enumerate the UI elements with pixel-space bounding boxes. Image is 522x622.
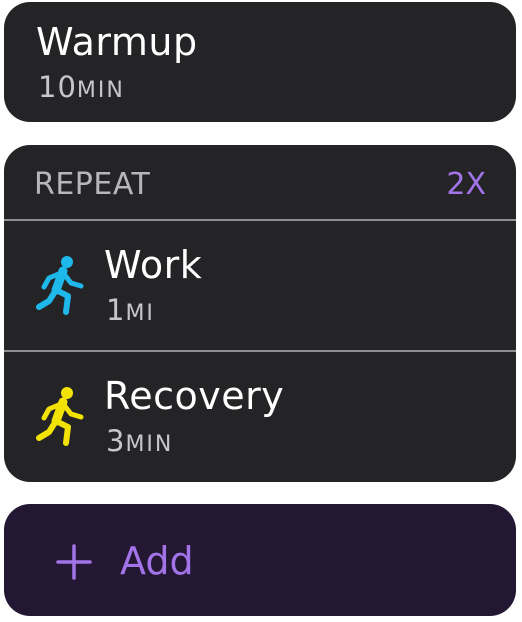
add-button-label: Add: [120, 539, 194, 583]
plus-icon: [56, 544, 92, 580]
repeat-header[interactable]: REPEAT 2X: [4, 145, 516, 219]
interval-work-title: Work: [104, 243, 203, 287]
interval-recovery-goal-unit: MIN: [125, 432, 174, 457]
running-figure-icon: [36, 387, 84, 446]
repeat-block: REPEAT 2X Work 1MI Recovery 3MIN: [4, 145, 516, 482]
repeat-count[interactable]: 2X: [446, 167, 486, 203]
warmup-title: Warmup: [36, 20, 198, 64]
add-button[interactable]: Add: [4, 504, 516, 616]
warmup-card[interactable]: Warmup 10MIN: [4, 2, 516, 122]
warmup-duration-value: 10: [38, 70, 77, 104]
warmup-duration: 10MIN: [38, 70, 125, 108]
interval-recovery[interactable]: Recovery 3MIN: [4, 352, 516, 482]
interval-recovery-goal-value: 3: [106, 424, 126, 458]
interval-work-goal-value: 1: [106, 293, 126, 327]
repeat-label: REPEAT: [34, 167, 151, 202]
interval-work-goal-unit: MI: [125, 301, 155, 326]
warmup-duration-unit: MIN: [76, 78, 125, 103]
interval-work-goal: 1MI: [106, 293, 155, 331]
interval-recovery-goal: 3MIN: [106, 424, 173, 462]
interval-recovery-title: Recovery: [104, 374, 285, 418]
running-figure-icon: [36, 256, 84, 315]
interval-work[interactable]: Work 1MI: [4, 221, 516, 351]
